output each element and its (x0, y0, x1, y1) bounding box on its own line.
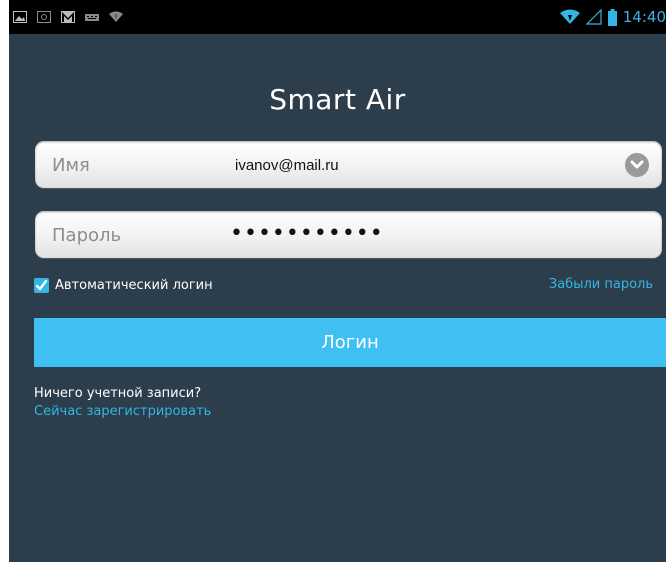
photo-icon (37, 11, 51, 23)
no-account-text: Ничего учетной записи? (34, 386, 202, 401)
app-title: Smart Air (269, 83, 406, 116)
signal-icon (585, 9, 602, 25)
auto-login-checkbox[interactable] (34, 277, 49, 293)
forgot-password-link[interactable]: Забыли пароль (549, 277, 653, 292)
password-field[interactable]: Пароль ••••••••••• (35, 211, 662, 258)
password-label: Пароль (52, 225, 122, 246)
username-label: Имя (52, 155, 90, 176)
status-time: 14:40 (622, 8, 666, 26)
svg-text:?: ? (114, 14, 117, 21)
device-screen: ? 14:40 Smart Air Имя ivanov@mail.ru Пар… (9, 0, 666, 562)
checkmark-icon (35, 279, 48, 290)
wifi-notification-icon: ? (109, 11, 123, 22)
auto-login-toggle[interactable]: Автоматический логин (34, 275, 213, 295)
username-value[interactable]: ivanov@mail.ru (235, 157, 339, 174)
login-button[interactable]: Логин (34, 318, 666, 367)
battery-icon (607, 8, 617, 26)
gmail-icon (61, 11, 75, 23)
notification-icons: ? (13, 8, 123, 26)
username-field[interactable]: Имя ivanov@mail.ru (35, 141, 662, 188)
status-bar: ? 14:40 (9, 0, 666, 34)
keyboard-icon (85, 14, 99, 21)
chevron-down-icon (630, 160, 644, 169)
image-icon (13, 11, 27, 23)
wifi-icon (559, 9, 580, 24)
auto-login-label: Автоматический логин (55, 277, 213, 293)
account-dropdown-button[interactable] (625, 153, 649, 177)
register-link[interactable]: Сейчас зарегистрировать (34, 404, 211, 419)
password-value[interactable]: ••••••••••• (230, 221, 384, 246)
system-tray: 14:40 (559, 0, 666, 34)
